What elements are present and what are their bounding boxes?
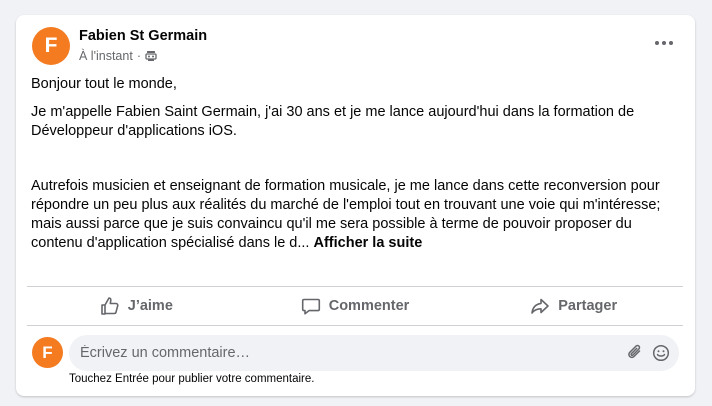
see-more-link[interactable]: Afficher la suite bbox=[313, 235, 422, 251]
author-avatar[interactable]: F bbox=[32, 27, 70, 65]
more-dots-icon[interactable] bbox=[651, 33, 677, 53]
meta-separator: · bbox=[136, 49, 141, 63]
post-card: F Fabien St Germain À l'instant · Bonjou… bbox=[16, 15, 695, 396]
comment-label: Commenter bbox=[328, 298, 410, 314]
share-label: Partager bbox=[558, 298, 618, 314]
commenter-avatar[interactable]: F bbox=[32, 337, 63, 368]
comment-composer[interactable] bbox=[69, 335, 679, 371]
like-button[interactable]: J’aime bbox=[27, 287, 246, 325]
author-name[interactable]: Fabien St Germain bbox=[79, 28, 207, 44]
paperclip-icon[interactable] bbox=[625, 343, 645, 363]
comment-input[interactable] bbox=[80, 335, 600, 371]
thumbs-up-icon bbox=[100, 296, 120, 316]
comment-button[interactable]: Commenter bbox=[246, 287, 465, 325]
comment-hint: Touchez Entrée pour publier votre commen… bbox=[69, 373, 315, 385]
post-actions: J’aime Commenter Partager bbox=[27, 287, 683, 325]
group-icon[interactable] bbox=[145, 50, 157, 62]
share-icon bbox=[530, 296, 550, 316]
author-avatar-initial: F bbox=[44, 34, 58, 57]
post-paragraph-intro: Je m'appelle Fabien Saint Germain, j'ai … bbox=[31, 104, 635, 139]
post-meta: À l'instant · bbox=[79, 49, 157, 63]
post-timestamp[interactable]: À l'instant bbox=[79, 49, 133, 63]
post-paragraph-truncated: Autrefois musicien et enseignant de form… bbox=[31, 177, 681, 253]
actions-bottom-divider bbox=[27, 325, 683, 326]
smiley-icon[interactable] bbox=[651, 343, 671, 363]
comment-icon bbox=[301, 296, 321, 316]
share-button[interactable]: Partager bbox=[464, 287, 683, 325]
commenter-avatar-initial: F bbox=[42, 342, 53, 362]
post-paragraph-greeting: Bonjour tout le monde, bbox=[31, 76, 177, 92]
like-label: J’aime bbox=[127, 298, 173, 314]
